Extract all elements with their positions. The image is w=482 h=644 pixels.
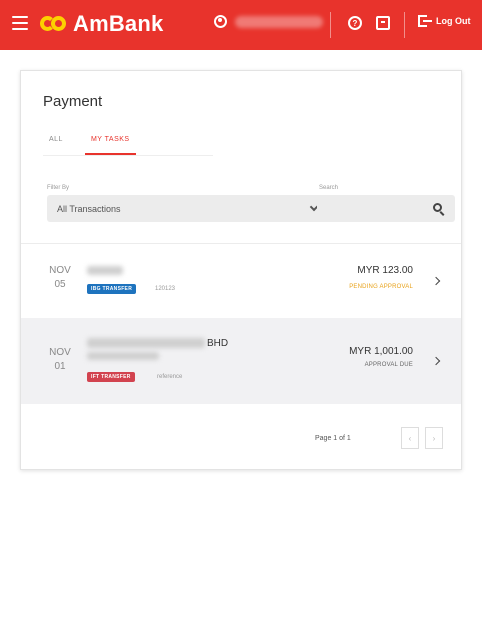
transaction-reference: reference	[157, 374, 183, 380]
transaction-reference: 120123	[155, 286, 176, 292]
prev-page-button[interactable]: ‹	[401, 427, 419, 449]
transaction-amount: MYR 1,001.00	[349, 346, 413, 357]
transaction-row[interactable]: NOV 01 BHD IFT TRANSFER reference MYR 1,…	[21, 318, 461, 404]
next-page-button[interactable]: ›	[425, 427, 443, 449]
header-divider	[330, 12, 331, 38]
transaction-row[interactable]: NOV 05 IBG TRANSFER 120123 MYR 123.00 PE…	[21, 244, 461, 318]
transaction-date: NOV 05	[47, 264, 73, 292]
help-icon[interactable]: ?	[348, 16, 362, 30]
date-day: 05	[54, 279, 66, 290]
payee-name-redacted	[87, 338, 205, 348]
chevron-right-icon[interactable]	[431, 356, 441, 366]
date-month: NOV	[49, 265, 71, 276]
ambank-logo[interactable]: AmBank	[40, 11, 163, 37]
tabs-underline	[43, 155, 213, 156]
ambank-logo-icon	[40, 13, 70, 35]
date-day: 01	[54, 361, 66, 372]
transfer-type-badge: IFT TRANSFER	[87, 372, 135, 382]
logout-button[interactable]: Log Out	[418, 14, 471, 28]
transaction-status: APPROVAL DUE	[364, 362, 413, 368]
header-divider	[404, 12, 405, 38]
menu-icon[interactable]	[12, 16, 28, 30]
user-icon	[214, 15, 227, 28]
logout-icon	[418, 14, 432, 28]
payment-card: Payment ALL MY TASKS Filter By All Trans…	[20, 70, 462, 470]
transfer-type-badge: IBG TRANSFER	[87, 284, 137, 294]
brand-name: AmBank	[73, 11, 164, 36]
filter-select[interactable]: All Transactions	[47, 195, 327, 222]
payee-name-suffix: BHD	[207, 338, 229, 349]
page-title: Payment	[43, 93, 103, 110]
user-name-redacted	[235, 15, 323, 28]
pagination-label: Page 1 of 1	[315, 435, 351, 442]
payee-name-redacted	[87, 266, 123, 275]
tab-all[interactable]: ALL	[43, 133, 69, 155]
chevron-right-icon[interactable]	[431, 276, 441, 286]
logout-label: Log Out	[436, 16, 471, 26]
date-month: NOV	[49, 347, 71, 358]
payee-name-redacted	[87, 352, 159, 360]
user-profile[interactable]	[214, 15, 323, 28]
search-icon[interactable]	[433, 203, 442, 212]
search-input[interactable]	[317, 195, 455, 222]
search-label: Search	[319, 185, 339, 191]
message-icon[interactable]	[376, 16, 390, 30]
tab-bar: ALL MY TASKS	[43, 133, 136, 155]
transaction-amount: MYR 123.00	[357, 265, 413, 276]
filter-label: Filter By	[47, 185, 70, 191]
transaction-status: PENDING APPROVAL	[349, 284, 413, 290]
filter-value: All Transactions	[57, 203, 121, 214]
app-header: AmBank ? Log Out	[0, 0, 482, 50]
transaction-date: NOV 01	[47, 346, 73, 374]
tab-my-tasks[interactable]: MY TASKS	[84, 133, 136, 155]
